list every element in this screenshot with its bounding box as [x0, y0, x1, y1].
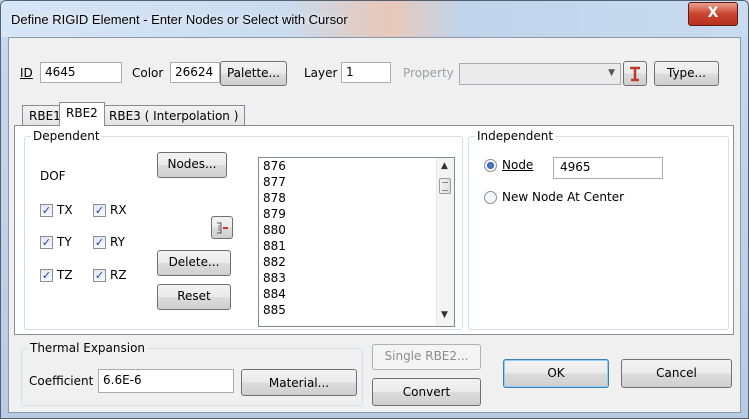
tx-checkbox[interactable]: ✓: [40, 204, 53, 217]
node-radio-label: Node: [502, 158, 533, 172]
dialog-body: ID 4645 Color 26624 Palette... Layer 1 P…: [8, 37, 741, 413]
title-bar[interactable]: Define RIGID Element - Enter Nodes or Se…: [1, 1, 748, 37]
node-radio[interactable]: [484, 159, 497, 172]
thermal-expansion-title: Thermal Expansion: [28, 341, 148, 355]
select-property-button[interactable]: [623, 61, 647, 86]
tx-label: TX: [57, 203, 73, 217]
dependent-node-list[interactable]: 876 877 878 879 880 881 882 883 884 885 …: [258, 157, 455, 327]
list-item[interactable]: 883: [263, 271, 286, 285]
ok-button[interactable]: OK: [503, 359, 609, 388]
pick-cursor-icon: [630, 66, 640, 82]
independent-group: Independent Node 4965 New Node At Center: [468, 129, 729, 330]
scroll-grip-icon: [442, 182, 448, 191]
tab-rbe3-interpolation[interactable]: RBE3 ( Interpolation ): [102, 105, 246, 126]
list-item[interactable]: 876: [263, 159, 286, 173]
layer-field[interactable]: 1: [341, 62, 391, 83]
new-node-at-center-radio[interactable]: [484, 191, 497, 204]
property-dropdown[interactable]: ▼: [459, 63, 621, 85]
list-item[interactable]: 880: [263, 223, 286, 237]
palette-button[interactable]: Palette...: [220, 61, 287, 86]
list-item[interactable]: 877: [263, 175, 286, 189]
chevron-down-icon: ▼: [608, 68, 615, 78]
nodes-button[interactable]: Nodes...: [157, 152, 227, 178]
cancel-button[interactable]: Cancel: [621, 359, 732, 388]
node-list-scrollbar[interactable]: ▲ ▼: [436, 158, 454, 326]
list-item[interactable]: 882: [263, 255, 286, 269]
rx-checkbox[interactable]: ✓: [93, 204, 106, 217]
list-item[interactable]: 885: [263, 303, 286, 317]
list-item[interactable]: 881: [263, 239, 286, 253]
id-field[interactable]: 4645: [40, 62, 122, 83]
thermal-expansion-group: Thermal Expansion Coefficient 6.6E-6 Mat…: [21, 341, 363, 406]
id-label-text: ID: [20, 66, 33, 80]
delete-button[interactable]: Delete...: [157, 250, 231, 276]
new-node-at-center-label: New Node At Center: [502, 190, 625, 204]
dialog-window: Define RIGID Element - Enter Nodes or Se…: [0, 0, 749, 419]
material-button[interactable]: Material...: [241, 369, 357, 396]
window-title: Define RIGID Element - Enter Nodes or Se…: [11, 12, 348, 27]
close-button[interactable]: X: [688, 2, 738, 26]
layer-label: Layer: [304, 66, 338, 80]
ty-checkbox[interactable]: ✓: [40, 236, 53, 249]
property-label: Property: [403, 66, 454, 80]
list-remove-icon: [217, 222, 228, 234]
list-item[interactable]: 879: [263, 207, 286, 221]
coefficient-field[interactable]: 6.6E-6: [98, 369, 234, 393]
id-label: ID: [20, 66, 33, 80]
dependent-group: Dependent DOF ✓ TX ✓ RX ✓ TY ✓ RY ✓ TZ ✓…: [24, 129, 463, 330]
tz-label: TZ: [57, 268, 73, 282]
tab-rbe2[interactable]: RBE2: [59, 102, 105, 126]
convert-button[interactable]: Convert: [372, 378, 481, 406]
coefficient-label: Coefficient: [29, 374, 94, 388]
rbe2-tab-panel: Dependent DOF ✓ TX ✓ RX ✓ TY ✓ RY ✓ TZ ✓…: [14, 125, 734, 335]
rz-label: RZ: [110, 268, 127, 282]
dof-label: DOF: [40, 169, 66, 183]
scroll-thumb[interactable]: [439, 178, 451, 194]
reset-button[interactable]: Reset: [157, 284, 231, 310]
ry-label: RY: [110, 235, 125, 249]
independent-node-field[interactable]: 4965: [553, 157, 663, 179]
tz-checkbox[interactable]: ✓: [40, 269, 53, 282]
color-field[interactable]: 26624: [170, 62, 220, 83]
list-item[interactable]: 878: [263, 191, 286, 205]
scroll-down-arrow-icon[interactable]: ▼: [441, 310, 448, 320]
type-button[interactable]: Type...: [654, 61, 719, 86]
list-item[interactable]: 884: [263, 287, 286, 301]
independent-title: Independent: [475, 129, 556, 143]
color-label: Color: [132, 66, 164, 80]
rx-label: RX: [110, 203, 127, 217]
ry-checkbox[interactable]: ✓: [93, 236, 106, 249]
single-rbe2-button[interactable]: Single RBE2...: [372, 344, 481, 370]
node-option-text: Node: [502, 158, 534, 172]
ty-label: TY: [57, 235, 72, 249]
scroll-up-arrow-icon[interactable]: ▲: [441, 161, 448, 171]
rz-checkbox[interactable]: ✓: [93, 269, 106, 282]
remove-selected-button[interactable]: [211, 216, 233, 239]
dependent-title: Dependent: [31, 129, 102, 143]
